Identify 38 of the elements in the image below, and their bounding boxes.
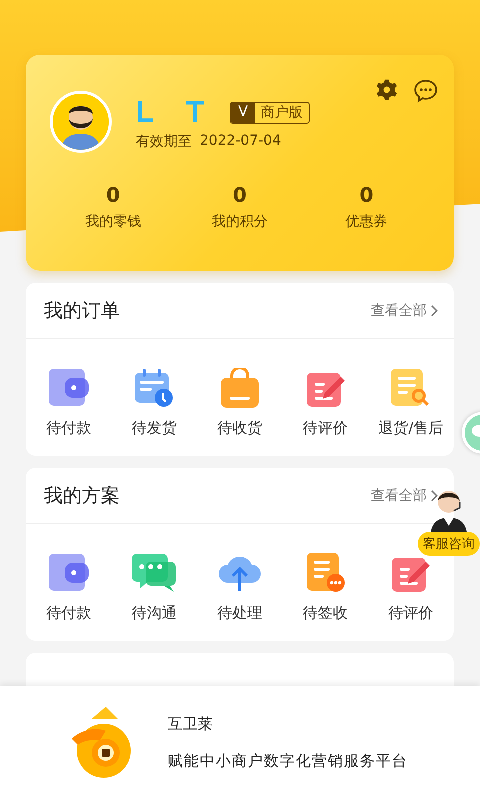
status-shortcut[interactable]: 待沟通 xyxy=(112,552,198,623)
status-shortcut[interactable]: 待评价 xyxy=(282,367,368,438)
stat-label[interactable]: 我的零钱 xyxy=(85,213,142,231)
status-shortcut[interactable]: 待签收 xyxy=(282,552,368,623)
status-shortcut[interactable]: 待处理 xyxy=(197,552,283,623)
customer-service-button[interactable]: 客服咨询 xyxy=(418,532,480,556)
status-shortcut[interactable]: 待收货 xyxy=(197,367,283,438)
app-name: 互卫莱 xyxy=(168,715,214,734)
stat-label[interactable]: 优惠券 xyxy=(346,213,388,231)
document-search-icon xyxy=(391,369,432,407)
expiry-date: 2022-07-04 xyxy=(200,133,282,151)
document-more-icon xyxy=(306,553,345,593)
section-title: 我的订单 xyxy=(44,298,120,324)
message-icon[interactable] xyxy=(414,79,438,103)
status-shortcut[interactable]: 待付款 xyxy=(26,367,112,438)
shopping-bag-icon xyxy=(220,368,259,408)
chevron-right-icon xyxy=(431,490,438,502)
section-title: 我的方案 xyxy=(44,484,120,508)
cloud-upload-icon xyxy=(218,555,262,591)
stat-value[interactable]: 0 xyxy=(360,183,374,207)
app-slogan: 赋能中小商户数字化营销服务平台 xyxy=(168,752,408,771)
stat-label[interactable]: 我的积分 xyxy=(212,213,268,231)
status-shortcut[interactable]: 退货/售后 xyxy=(368,367,454,438)
calendar-clock-icon xyxy=(135,369,174,407)
status-shortcut[interactable]: 待付款 xyxy=(26,552,112,623)
chevron-right-icon xyxy=(431,304,438,316)
view-all-link[interactable]: 查看全部 xyxy=(371,302,438,320)
expiry-label: 有效期至 xyxy=(136,133,192,151)
wallet-icon xyxy=(48,369,89,407)
status-shortcut[interactable]: 待发货 xyxy=(112,367,198,438)
stat-value[interactable]: 0 xyxy=(233,183,247,207)
settings-icon[interactable] xyxy=(376,79,398,101)
stat-value[interactable]: 0 xyxy=(106,183,120,207)
wallet-icon xyxy=(48,554,89,592)
user-name: L T xyxy=(136,97,216,129)
chat-bubbles-icon xyxy=(132,554,176,592)
view-all-link[interactable]: 查看全部 xyxy=(371,486,438,504)
merchant-badge: V 商户版 xyxy=(230,102,310,124)
